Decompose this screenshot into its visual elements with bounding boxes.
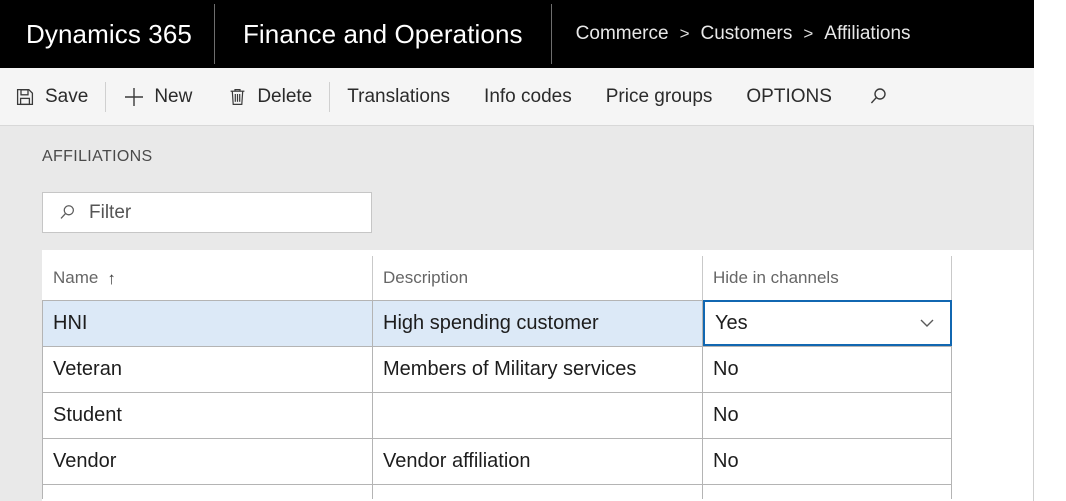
table-row[interactable]: HNI High spending customer Yes	[42, 300, 952, 347]
left-gutter	[0, 126, 42, 501]
plus-icon	[123, 86, 145, 108]
cell-description[interactable]	[373, 393, 703, 438]
translations-label: Translations	[347, 85, 451, 107]
affiliations-grid: Name ↑ Description Hide in channels HNI …	[42, 255, 952, 499]
save-label: Save	[45, 85, 89, 107]
search-icon	[867, 86, 889, 108]
hide-in-channels-dropdown[interactable]: Yes	[703, 300, 952, 346]
cell-hide-in-channels[interactable]	[703, 485, 952, 499]
cell-hide-in-channels[interactable]: No	[703, 393, 952, 438]
price-groups-label: Price groups	[605, 85, 713, 107]
table-row[interactable]: Vendor Vendor affiliation No	[42, 439, 952, 485]
hide-in-channels-value: Yes	[715, 311, 748, 334]
breadcrumb: Commerce > Customers > Affiliations	[552, 23, 911, 45]
new-button[interactable]: New	[106, 68, 209, 125]
cell-name[interactable]: HNI	[42, 301, 373, 346]
translations-button[interactable]: Translations	[330, 68, 467, 125]
title-bar: Dynamics 365 Finance and Operations Comm…	[0, 0, 1034, 68]
breadcrumb-item-customers[interactable]: Customers	[701, 23, 793, 45]
delete-label: Delete	[257, 85, 313, 107]
new-label: New	[154, 85, 193, 107]
filter-placeholder: Filter	[89, 201, 132, 223]
table-row-partial[interactable]	[42, 485, 952, 499]
options-button[interactable]: OPTIONS	[729, 68, 849, 125]
save-button[interactable]: Save	[0, 68, 105, 125]
breadcrumb-separator-icon: >	[679, 24, 690, 43]
search-icon	[56, 202, 78, 224]
cell-description[interactable]	[373, 485, 703, 499]
cell-hide-in-channels[interactable]: No	[703, 439, 952, 484]
cell-description[interactable]: Members of Military services	[373, 347, 703, 392]
app-title: Finance and Operations	[242, 18, 523, 49]
grid-header-row: Name ↑ Description Hide in channels	[42, 255, 952, 301]
cell-name[interactable]: Veteran	[42, 347, 373, 392]
info-codes-button[interactable]: Info codes	[467, 68, 589, 125]
command-toolbar: Save New Delete Translations Info codes …	[0, 68, 1034, 126]
info-codes-label: Info codes	[484, 85, 572, 107]
chevron-down-icon[interactable]	[916, 312, 938, 334]
column-header-name[interactable]: Name ↑	[42, 256, 373, 300]
cell-description[interactable]: Vendor affiliation	[373, 439, 703, 484]
price-groups-button[interactable]: Price groups	[589, 68, 730, 125]
brand-title: Dynamics 365	[26, 18, 192, 49]
column-header-description-label: Description	[383, 268, 469, 287]
cell-hide-in-channels[interactable]: No	[703, 347, 952, 392]
save-icon	[14, 86, 36, 108]
toolbar-search-button[interactable]	[849, 68, 903, 125]
sort-ascending-icon: ↑	[107, 268, 116, 288]
cell-name[interactable]	[42, 485, 373, 499]
cell-description[interactable]: High spending customer	[373, 301, 703, 346]
column-header-name-label: Name	[53, 268, 99, 287]
breadcrumb-item-commerce[interactable]: Commerce	[576, 23, 669, 45]
options-label: OPTIONS	[746, 85, 832, 107]
cell-name[interactable]: Vendor	[42, 439, 373, 484]
breadcrumb-item-affiliations[interactable]: Affiliations	[824, 23, 910, 45]
filter-input[interactable]: Filter	[42, 192, 372, 233]
column-header-description[interactable]: Description	[373, 256, 703, 300]
content-area: AFFILIATIONS Filter Name ↑ Description H…	[0, 126, 1034, 501]
column-header-hide-in-channels[interactable]: Hide in channels	[703, 256, 952, 300]
breadcrumb-separator-icon: >	[803, 24, 814, 43]
cell-name[interactable]: Student	[42, 393, 373, 438]
column-header-hide-in-channels-label: Hide in channels	[713, 268, 839, 287]
delete-button[interactable]: Delete	[209, 68, 329, 125]
table-row[interactable]: Student No	[42, 393, 952, 439]
trash-icon	[226, 86, 248, 108]
table-row[interactable]: Veteran Members of Military services No	[42, 347, 952, 393]
page-title: AFFILIATIONS	[42, 148, 153, 165]
